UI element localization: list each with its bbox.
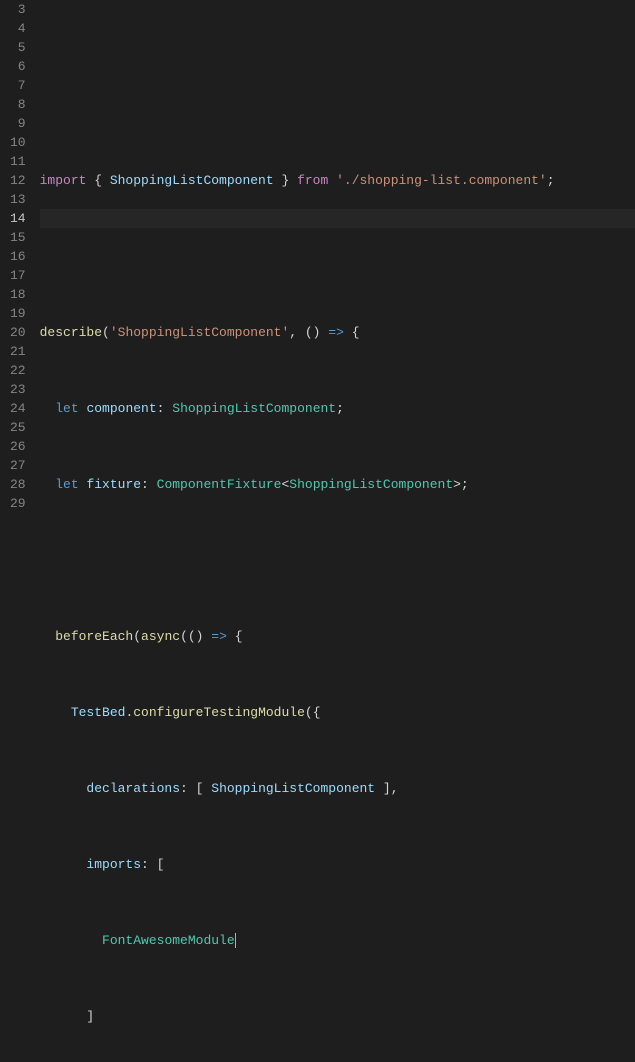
active-line-highlight [40, 209, 635, 228]
line-number: 12 [10, 171, 26, 190]
identifier: component [86, 401, 156, 416]
keyword-let: let [55, 477, 78, 492]
code-line[interactable]: TestBed.configureTestingModule({ [40, 703, 635, 722]
keyword-from: from [297, 173, 328, 188]
type-ref: ComponentFixture [157, 477, 282, 492]
code-line[interactable] [40, 551, 635, 570]
string-literal: './shopping-list.component' [336, 173, 547, 188]
code-line[interactable]: declarations: [ ShoppingListComponent ], [40, 779, 635, 798]
line-number: 24 [10, 399, 26, 418]
identifier: ShoppingListComponent [110, 173, 274, 188]
line-number: 17 [10, 266, 26, 285]
identifier: FontAwesomeModule [102, 933, 235, 948]
type-ref: ShoppingListComponent [289, 477, 453, 492]
identifier: TestBed [71, 705, 126, 720]
code-line[interactable] [40, 95, 635, 114]
identifier: ShoppingListComponent [211, 781, 375, 796]
line-number: 6 [10, 57, 26, 76]
type-ref: ShoppingListComponent [172, 401, 336, 416]
prop-imports: imports [86, 857, 141, 872]
call-configure: configureTestingModule [133, 705, 305, 720]
call-describe: describe [40, 325, 102, 340]
code-line[interactable]: let component: ShoppingListComponent; [40, 399, 635, 418]
line-number: 18 [10, 285, 26, 304]
line-number: 15 [10, 228, 26, 247]
line-number: 23 [10, 380, 26, 399]
keyword-async: async [141, 629, 180, 644]
line-number: 22 [10, 361, 26, 380]
line-number: 19 [10, 304, 26, 323]
line-number: 16 [10, 247, 26, 266]
code-line[interactable] [40, 247, 635, 266]
line-number: 29 [10, 494, 26, 513]
line-number: 26 [10, 437, 26, 456]
code-line[interactable]: beforeEach(async(() => { [40, 627, 635, 646]
code-area[interactable]: import { ShoppingListComponent } from '.… [40, 0, 635, 531]
line-number: 11 [10, 152, 26, 171]
code-line[interactable]: imports: [ [40, 855, 635, 874]
keyword-let: let [55, 401, 78, 416]
line-number: 25 [10, 418, 26, 437]
call-beforeeach: beforeEach [55, 629, 133, 644]
line-number: 13 [10, 190, 26, 209]
line-number: 8 [10, 95, 26, 114]
line-number: 27 [10, 456, 26, 475]
line-number: 21 [10, 342, 26, 361]
keyword-import: import [40, 173, 87, 188]
code-line[interactable]: import { ShoppingListComponent } from '.… [40, 171, 635, 190]
line-number: 20 [10, 323, 26, 342]
line-number: 28 [10, 475, 26, 494]
code-line-active[interactable]: FontAwesomeModule [40, 931, 635, 950]
line-number-gutter: 3456789101112131415161718192021222324252… [0, 0, 40, 531]
line-number: 7 [10, 76, 26, 95]
line-number: 9 [10, 114, 26, 133]
line-number: 5 [10, 38, 26, 57]
line-number: 3 [10, 0, 26, 19]
code-line[interactable]: ] [40, 1007, 635, 1026]
string-literal: 'ShoppingListComponent' [110, 325, 289, 340]
identifier: fixture [86, 477, 141, 492]
line-number: 4 [10, 19, 26, 38]
line-number: 14 [10, 209, 26, 228]
code-editor[interactable]: 3456789101112131415161718192021222324252… [0, 0, 635, 531]
text-cursor [235, 933, 236, 948]
line-number: 10 [10, 133, 26, 152]
code-line[interactable]: describe('ShoppingListComponent', () => … [40, 323, 635, 342]
code-line[interactable]: let fixture: ComponentFixture<ShoppingLi… [40, 475, 635, 494]
prop-declarations: declarations [86, 781, 180, 796]
